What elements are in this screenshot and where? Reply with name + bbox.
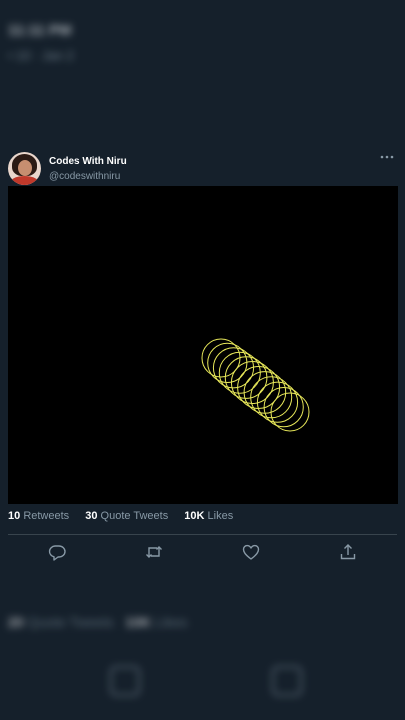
share-icon[interactable] [338, 542, 358, 562]
tweet-media-video[interactable] [8, 186, 398, 504]
blurred-subtitle: • 10 · Jan 2 [8, 48, 74, 63]
quote-tweets-label: Quote Tweets [100, 510, 169, 522]
more-horizontal-icon[interactable] [379, 150, 395, 164]
divider [8, 534, 397, 535]
blurred-retweets-label: Quote Tweets [27, 614, 114, 630]
tweet-header: Codes With Niru @codeswithniru [0, 146, 405, 188]
retweets-stat[interactable]: 10 Retweets [8, 510, 69, 522]
blurred-likes-label: Likes [154, 614, 188, 630]
tweet-stats: 10 Retweets 30 Quote Tweets 10K Likes [8, 510, 246, 522]
reply-icon[interactable] [47, 542, 67, 562]
quote-tweets-count: 30 [85, 510, 98, 522]
retweets-label: Retweets [23, 510, 70, 522]
blurred-background-header: 11:11 PM • 10 · Jan 2 [0, 0, 405, 110]
blurred-background-footer: 20 Quote Tweets 10K Likes [0, 600, 405, 720]
likes-stat[interactable]: 10K Likes [184, 510, 233, 522]
author-display-name[interactable]: Codes With Niru [49, 156, 127, 167]
author-handle[interactable]: @codeswithniru [49, 171, 120, 182]
retweet-icon[interactable] [144, 542, 164, 562]
blurred-title: 11:11 PM [8, 22, 72, 39]
retweets-count: 10 [8, 510, 21, 522]
likes-count: 10K [184, 510, 205, 522]
spiral-animation [201, 338, 310, 432]
quote-tweets-stat[interactable]: 30 Quote Tweets [85, 510, 168, 522]
blurred-likes-count: 10K [125, 614, 151, 630]
blurred-retweet-icon [110, 666, 140, 696]
likes-label: Likes [207, 510, 234, 522]
tweet-card: Codes With Niru @codeswithniru 10 Retwee… [0, 146, 405, 561]
blurred-retweets-count: 20 [8, 614, 24, 630]
blurred-stats: 20 Quote Tweets 10K Likes [8, 614, 188, 630]
avatar[interactable] [8, 152, 41, 185]
like-icon[interactable] [241, 542, 261, 562]
blurred-like-icon [272, 666, 302, 696]
tweet-actions [0, 542, 405, 562]
